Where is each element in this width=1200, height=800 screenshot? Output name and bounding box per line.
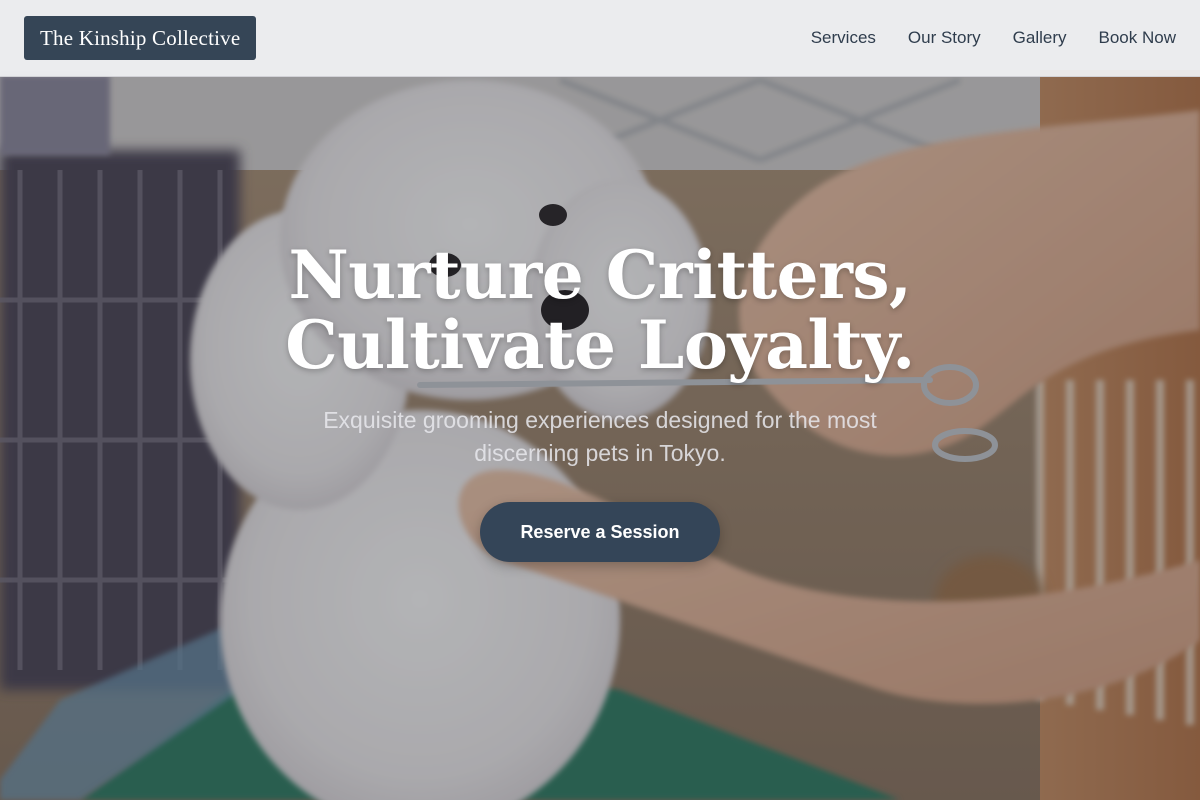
hero-title: Nurture Critters, Cultivate Loyalty.: [0, 240, 1200, 380]
hero-section: Nurture Critters, Cultivate Loyalty. Exq…: [0, 240, 1200, 562]
reserve-session-button[interactable]: Reserve a Session: [480, 502, 720, 562]
nav-item-book-now[interactable]: Book Now: [1099, 28, 1176, 48]
brand-logo[interactable]: The Kinship Collective: [24, 16, 257, 60]
site-header: The Kinship Collective Services Our Stor…: [0, 0, 1200, 77]
hero-title-line-1: Nurture Critters,: [288, 236, 912, 314]
nav-item-our-story[interactable]: Our Story: [908, 28, 981, 48]
nav-item-services[interactable]: Services: [811, 28, 876, 48]
landing-page: The Kinship Collective Services Our Stor…: [0, 0, 1200, 800]
hero-subtitle: Exquisite grooming experiences designed …: [323, 407, 877, 466]
main-nav: Services Our Story Gallery Book Now: [811, 28, 1176, 48]
nav-item-gallery[interactable]: Gallery: [1013, 28, 1067, 48]
hero-title-line-2: Cultivate Loyalty.: [285, 306, 915, 384]
